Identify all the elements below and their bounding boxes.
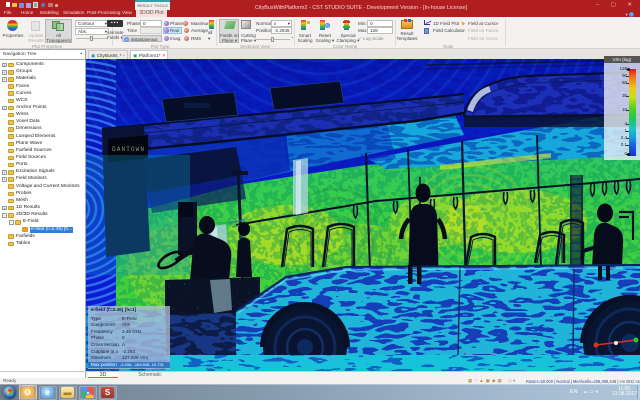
svg-text:DANTOWN: DANTOWN <box>112 146 144 153</box>
